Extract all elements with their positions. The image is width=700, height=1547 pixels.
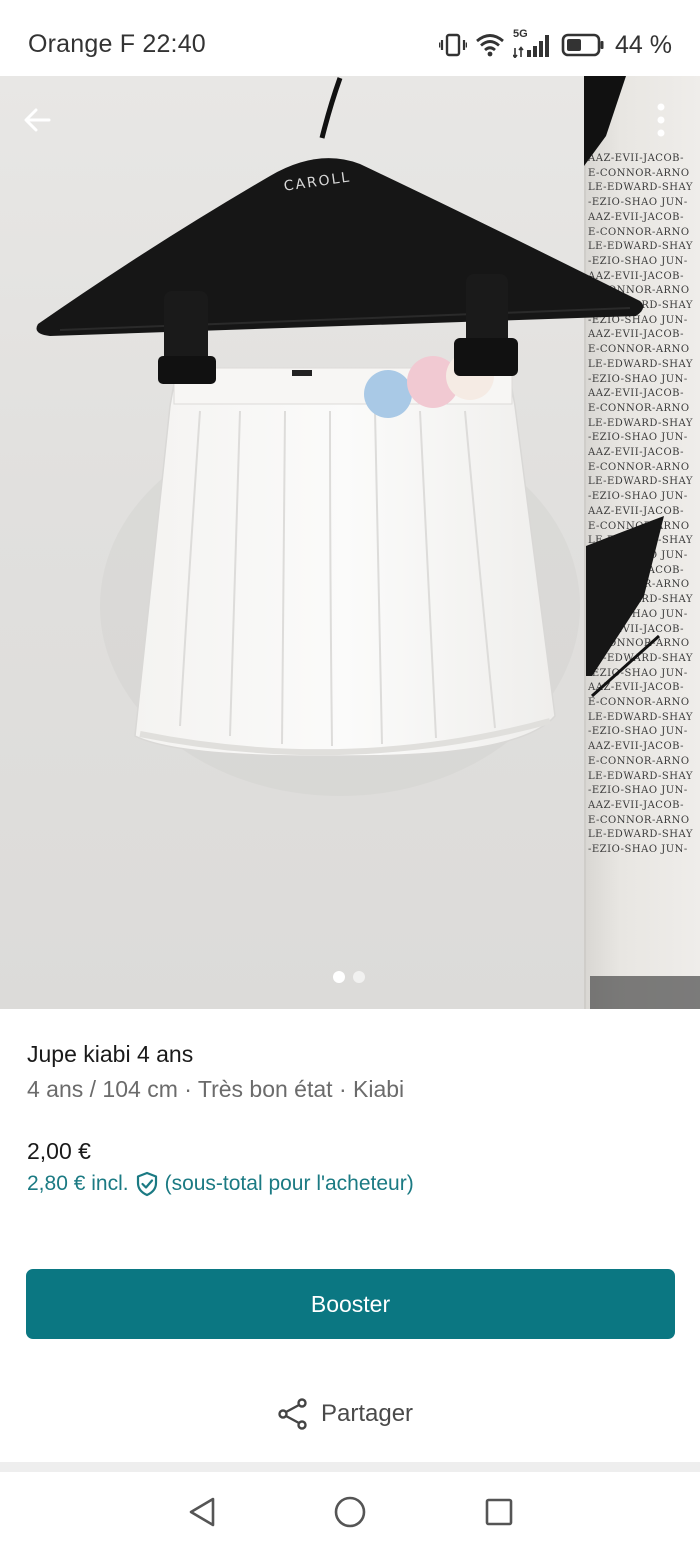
product-photo[interactable]: AAZ-EVII-JACOB- E-CONNOR-ARNO LE-EDWARD-SH… — [0, 76, 700, 1009]
section-divider — [0, 1462, 700, 1472]
photo-pagination[interactable] — [333, 971, 365, 983]
status-icons: 5G 44 % — [439, 28, 672, 62]
share-button[interactable]: Partager — [277, 1395, 413, 1433]
vibrate-icon — [439, 32, 468, 58]
item-price: 2,00 € — [27, 1138, 91, 1164]
share-label: Partager — [321, 1400, 414, 1427]
page-dot-active[interactable] — [333, 971, 345, 983]
more-vertical-icon — [657, 103, 665, 137]
share-icon — [278, 1398, 307, 1430]
network-label: 5G — [513, 28, 528, 40]
wifi-icon — [475, 33, 505, 57]
buyer-price-info[interactable]: 2,80 € incl. (sous-total pour l'acheteur… — [27, 1171, 414, 1197]
circle-home-icon — [334, 1496, 366, 1528]
hanger-image: CAROLL — [36, 77, 644, 384]
buyer-price: 2,80 € incl. — [27, 1172, 129, 1195]
system-home-button[interactable] — [330, 1492, 370, 1532]
carrier-time: Orange F 22:40 — [28, 30, 206, 58]
triangle-back-icon — [189, 1497, 215, 1527]
battery-icon — [561, 33, 605, 57]
item-title: Jupe kiabi 4 ans — [27, 1041, 194, 1067]
more-options-button[interactable] — [644, 98, 678, 142]
square-recents-icon — [485, 1498, 513, 1526]
item-details: 4 ans / 104 cm · Très bon état · Kiabi — [27, 1076, 405, 1102]
system-recents-button[interactable] — [479, 1492, 519, 1532]
arrow-left-icon — [24, 108, 51, 132]
back-button[interactable] — [16, 98, 60, 142]
shield-check-icon — [136, 1171, 157, 1197]
battery-level: 44 % — [615, 30, 672, 59]
booster-button[interactable]: Booster — [26, 1269, 675, 1339]
signal-icon: 5G — [513, 28, 553, 58]
system-navigation-bar — [0, 1472, 700, 1547]
buyer-price-note: (sous-total pour l'acheteur) — [164, 1172, 414, 1195]
status-bar: Orange F 22:40 5G 44 % — [0, 0, 700, 76]
page-dot[interactable] — [353, 971, 365, 983]
system-back-button[interactable] — [182, 1492, 222, 1532]
